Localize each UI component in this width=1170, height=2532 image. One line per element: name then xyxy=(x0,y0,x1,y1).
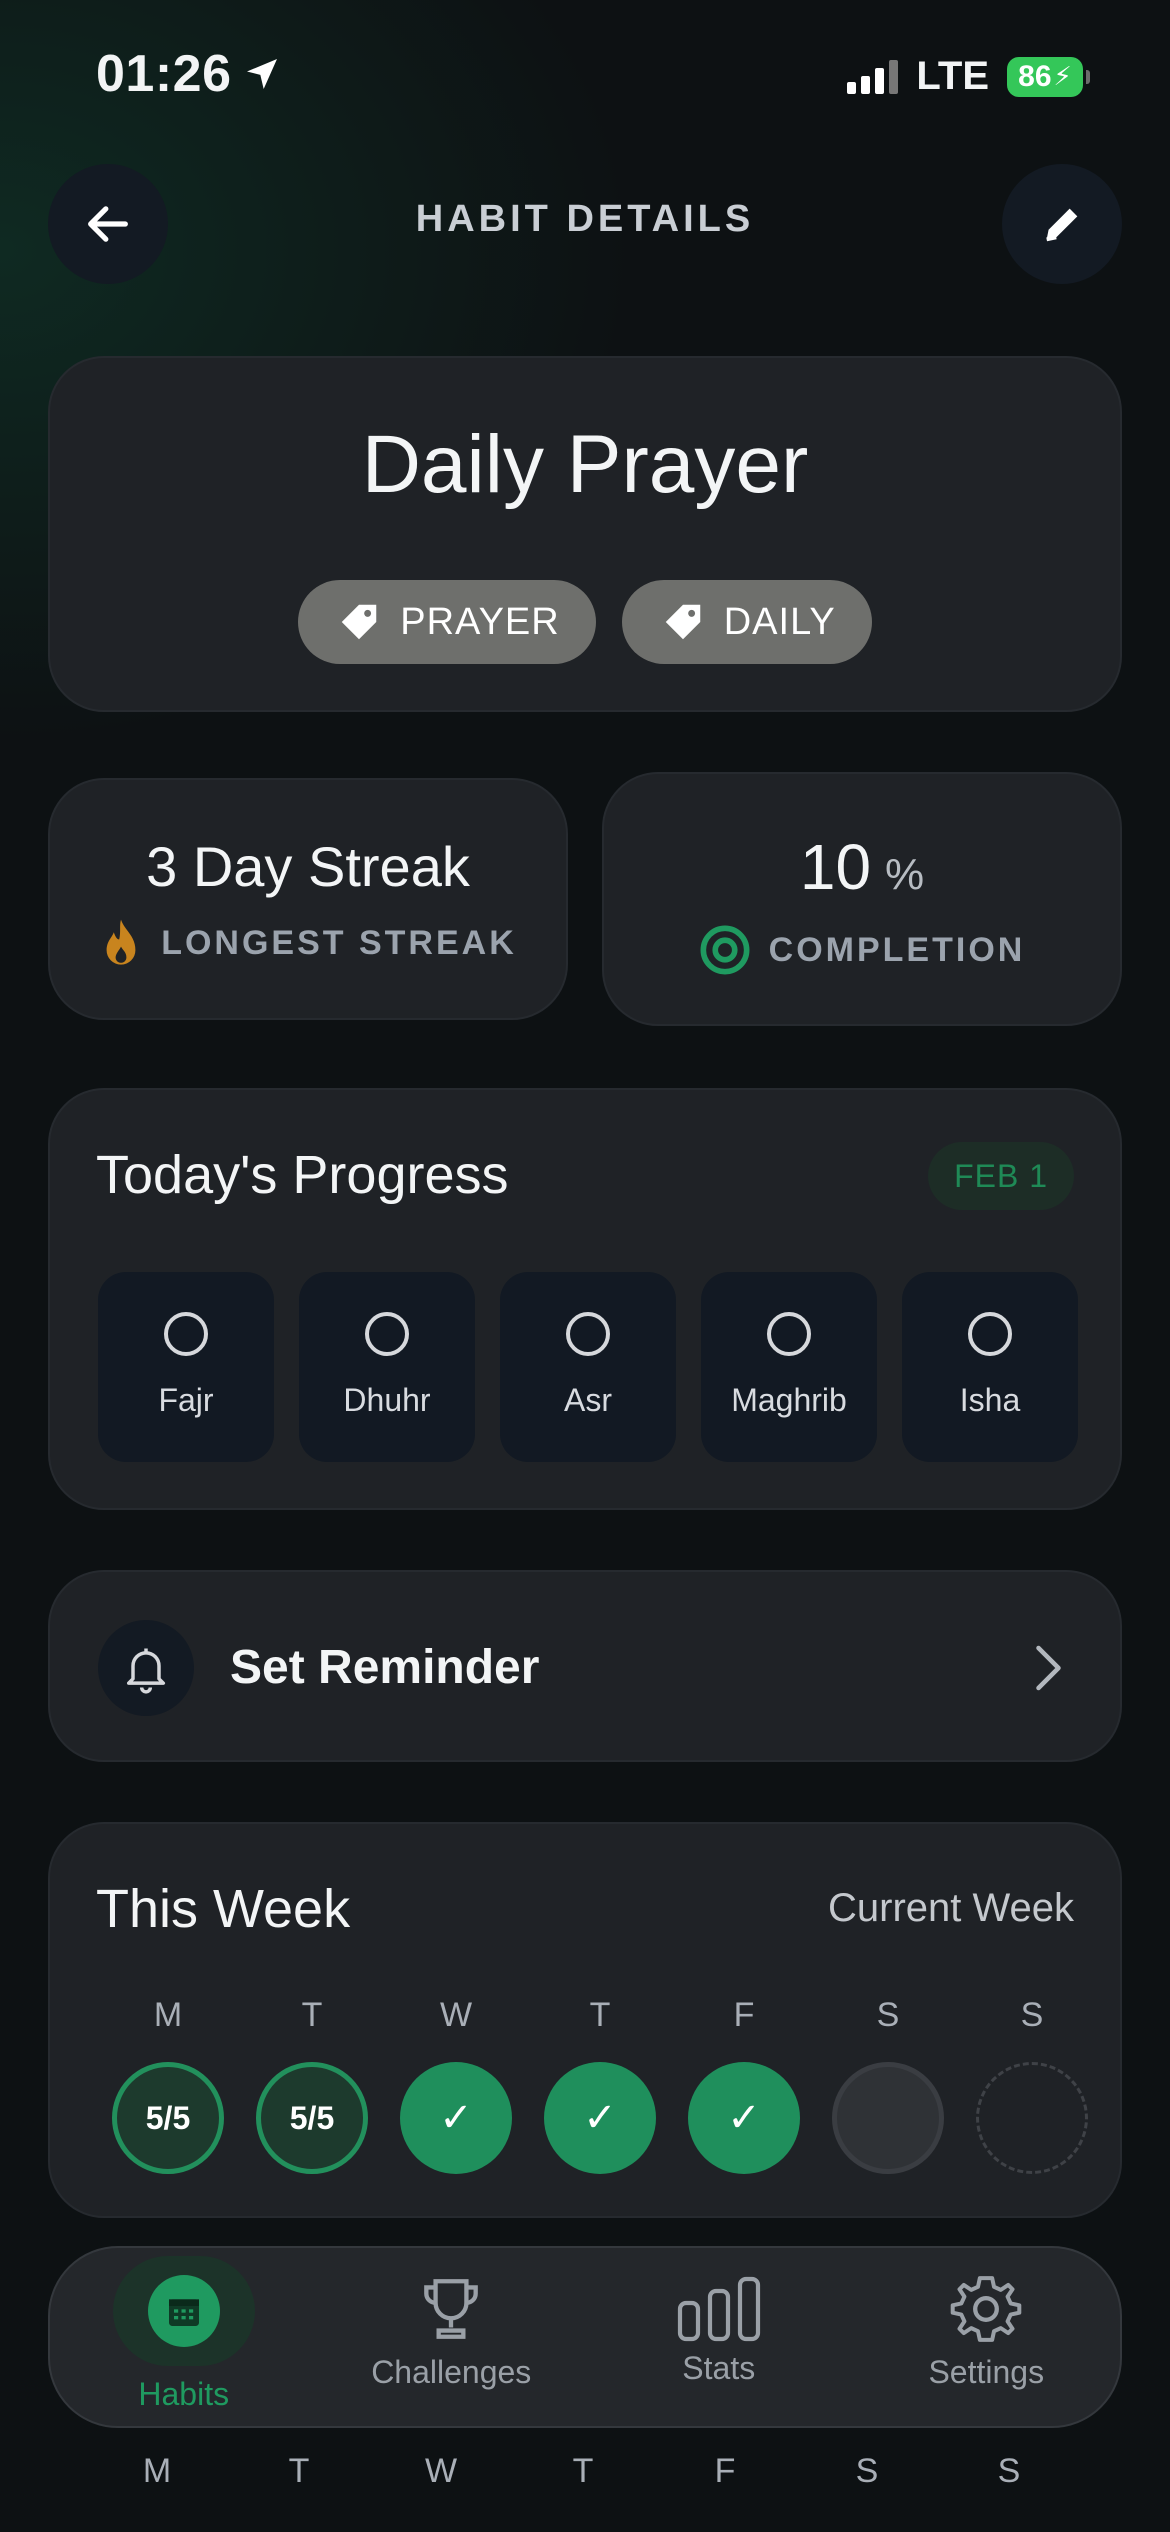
this-week-card: This Week Current Week M T W T F S S 5/5… xyxy=(48,1822,1122,2218)
completion-label-row: COMPLETION xyxy=(604,924,1120,976)
edit-button[interactable] xyxy=(1002,164,1122,284)
day-label: F xyxy=(733,1996,755,2034)
day-label: T xyxy=(572,2452,594,2490)
day-label: S xyxy=(1020,1996,1044,2034)
bell-icon-wrap xyxy=(98,1620,194,1716)
tab-label: Challenges xyxy=(371,2354,532,2390)
tab-label: Habits xyxy=(138,2376,230,2412)
status-indicators: LTE 86 ⚡ xyxy=(847,54,1090,99)
bottom-day-labels: M T W T F S S xyxy=(86,2452,1080,2491)
prayer-item-isha[interactable]: Isha xyxy=(902,1272,1078,1462)
tab-habits[interactable]: Habits xyxy=(50,2248,318,2426)
day-label: W xyxy=(424,2452,458,2490)
flame-icon xyxy=(106,919,136,965)
tab-bar: Habits Challenges Stats Settings xyxy=(48,2246,1122,2428)
tag-daily[interactable]: DAILY xyxy=(621,580,872,664)
streak-label: LONGEST STREAK xyxy=(161,923,517,962)
unchecked-circle-icon xyxy=(164,1312,208,1356)
day-label: S xyxy=(855,2452,879,2490)
unchecked-circle-icon xyxy=(566,1312,610,1356)
tab-settings[interactable]: Settings xyxy=(853,2248,1121,2426)
day-status-monday[interactable]: 5/5 xyxy=(112,2062,224,2174)
network-label: LTE xyxy=(916,54,989,98)
day-status-wednesday[interactable]: ✓ xyxy=(400,2062,512,2174)
prayer-label: Fajr xyxy=(158,1382,214,1418)
trophy-icon xyxy=(424,2279,479,2339)
habit-name: Daily Prayer xyxy=(361,419,809,510)
day-label: S xyxy=(997,2452,1021,2490)
week-day-circles: 5/5 5/5 ✓ ✓ ✓ xyxy=(96,2062,1104,2174)
prayer-label: Isha xyxy=(959,1382,1021,1418)
date-badge: FEB 1 xyxy=(928,1142,1074,1210)
prayer-label: Dhuhr xyxy=(343,1382,431,1418)
completion-value: 10 xyxy=(799,831,872,903)
tag-prayer[interactable]: PRAYER xyxy=(298,580,596,664)
day-status-saturday[interactable] xyxy=(832,2062,944,2174)
reminder-label: Set Reminder xyxy=(230,1641,540,1694)
tag-label: DAILY xyxy=(723,600,836,643)
week-subtitle[interactable]: Current Week xyxy=(828,1886,1074,1931)
streak-value: 3 Day Streak xyxy=(146,835,470,898)
prayer-item-maghrib[interactable]: Maghrib xyxy=(701,1272,877,1462)
target-icon xyxy=(700,925,750,975)
day-label: T xyxy=(589,1996,611,2034)
prayer-list: Fajr Dhuhr Asr Maghrib Isha xyxy=(98,1272,1078,1462)
day-status-thursday[interactable]: ✓ xyxy=(544,2062,656,2174)
calendar-icon xyxy=(168,2299,199,2326)
prayer-item-fajr[interactable]: Fajr xyxy=(98,1272,274,1462)
streak-label-row: LONGEST STREAK xyxy=(50,916,566,970)
bell-icon xyxy=(126,1648,166,1694)
set-reminder-row[interactable]: Set Reminder xyxy=(48,1570,1122,1762)
signal-icon xyxy=(847,59,899,94)
unchecked-circle-icon xyxy=(365,1312,409,1356)
pencil-icon xyxy=(1046,208,1078,242)
battery-icon: 86 ⚡ xyxy=(1007,56,1090,97)
day-status-tuesday[interactable]: 5/5 xyxy=(256,2062,368,2174)
prayer-item-asr[interactable]: Asr xyxy=(500,1272,676,1462)
page-title: HABIT DETAILS xyxy=(415,198,755,240)
day-label: F xyxy=(714,2452,736,2490)
battery-level: 86 xyxy=(1018,59,1052,93)
bar-chart-icon xyxy=(677,2276,760,2342)
progress-title: Today's Progress xyxy=(96,1145,509,1205)
day-status-friday[interactable]: ✓ xyxy=(688,2062,800,2174)
day-label: S xyxy=(876,1996,900,2034)
week-title: This Week xyxy=(96,1879,351,1939)
completion-value-row: 10% xyxy=(604,830,1120,904)
day-label: M xyxy=(153,1996,183,2034)
tab-label: Stats xyxy=(682,2350,756,2386)
week-day-labels: M T W T F S S xyxy=(96,1996,1104,2035)
tag-icon xyxy=(665,604,700,640)
unchecked-circle-icon xyxy=(968,1312,1012,1356)
status-time: 01:26 xyxy=(96,44,282,104)
day-status-sunday[interactable] xyxy=(976,2062,1088,2174)
tag-list: PRAYER DAILY xyxy=(50,580,1120,664)
location-arrow-icon xyxy=(246,59,277,89)
completion-card: 10% COMPLETION xyxy=(602,772,1122,1026)
gear-icon xyxy=(950,2276,1022,2342)
habits-active-indicator xyxy=(112,2256,255,2366)
tag-label: PRAYER xyxy=(400,600,560,643)
prayer-label: Asr xyxy=(564,1382,612,1418)
completion-unit: % xyxy=(885,850,925,899)
streak-card: 3 Day Streak LONGEST STREAK xyxy=(48,778,568,1020)
completion-label: COMPLETION xyxy=(768,930,1026,969)
prayer-label: Maghrib xyxy=(731,1382,847,1418)
tab-challenges[interactable]: Challenges xyxy=(318,2248,586,2426)
day-label: M xyxy=(142,2452,172,2490)
prayer-item-dhuhr[interactable]: Dhuhr xyxy=(299,1272,475,1462)
todays-progress-card: Today's Progress FEB 1 Fajr Dhuhr Asr Ma… xyxy=(48,1088,1122,1510)
tag-icon xyxy=(342,604,377,640)
tab-label: Settings xyxy=(928,2354,1045,2390)
habit-title-card: Daily Prayer PRAYER DAILY xyxy=(48,356,1122,712)
tab-stats[interactable]: Stats xyxy=(585,2248,853,2426)
status-time-text: 01:26 xyxy=(96,45,232,103)
day-label: T xyxy=(301,1996,323,2034)
day-label: T xyxy=(288,2452,310,2490)
unchecked-circle-icon xyxy=(767,1312,811,1356)
day-label: W xyxy=(439,1996,473,2034)
chevron-right-icon xyxy=(1036,1645,1061,1691)
